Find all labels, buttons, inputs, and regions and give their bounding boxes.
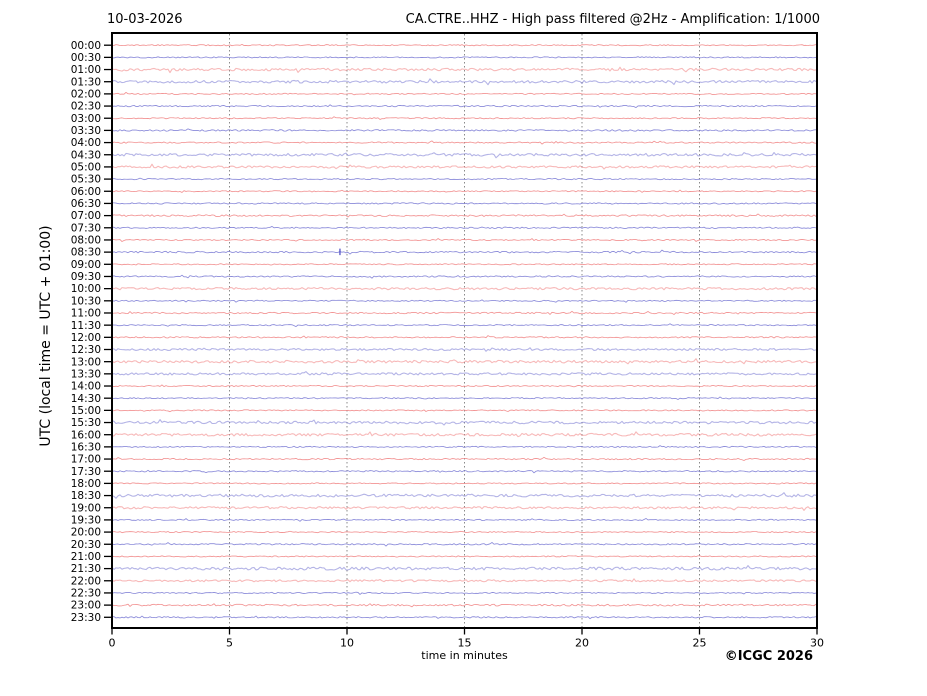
y-tick-label: 13:00 <box>71 356 101 368</box>
y-tick-label: 07:30 <box>71 222 101 234</box>
trace-row-2000[interactable] <box>111 530 817 534</box>
y-tick-label: 02:00 <box>71 88 101 100</box>
trace-row-1200[interactable] <box>111 335 817 339</box>
trace-row-0930[interactable] <box>111 274 817 279</box>
y-tick-label: 16:30 <box>71 441 101 453</box>
y-tick-label: 22:30 <box>71 588 101 600</box>
y-tick-label: 09:30 <box>71 271 101 283</box>
y-tick-label: 10:00 <box>71 283 101 295</box>
y-tick-label: 17:30 <box>71 466 101 478</box>
y-tick-label: 06:30 <box>71 198 101 210</box>
y-tick-label: 21:30 <box>71 563 101 575</box>
x-tick-label: 10 <box>340 637 354 650</box>
y-tick-label: 21:00 <box>71 551 101 563</box>
trace-row-0200[interactable] <box>111 91 817 96</box>
x-tick-label: 25 <box>693 637 707 650</box>
y-tick-label: 20:00 <box>71 527 101 539</box>
y-tick-label: 01:30 <box>71 76 101 88</box>
y-tick-label: 05:30 <box>71 174 101 186</box>
y-tick-label: 22:00 <box>71 575 101 587</box>
trace-row-1730[interactable] <box>111 469 817 474</box>
trace-row-0900[interactable] <box>111 263 817 266</box>
y-tick-label: 18:00 <box>71 478 101 490</box>
trace-row-1530[interactable] <box>111 419 817 426</box>
trace-row-0030[interactable] <box>111 56 817 59</box>
y-tick-label: 15:30 <box>71 417 101 429</box>
y-tick-label: 10:30 <box>71 295 101 307</box>
y-tick-label: 15:00 <box>71 405 101 417</box>
y-tick-label: 23:30 <box>71 612 101 624</box>
y-tick-label: 20:30 <box>71 539 101 551</box>
y-tick-label: 04:00 <box>71 137 101 149</box>
trace-row-0130[interactable] <box>111 78 817 86</box>
trace-row-1000[interactable] <box>111 286 817 291</box>
x-tick-label: 15 <box>458 637 472 650</box>
y-tick-label: 03:00 <box>71 113 101 125</box>
trace-row-0000[interactable] <box>111 43 817 47</box>
x-tick-label: 5 <box>226 637 233 650</box>
y-tick-label: 06:00 <box>71 186 101 198</box>
trace-row-1030[interactable] <box>111 299 817 303</box>
x-tick-label: 30 <box>810 637 824 650</box>
y-tick-label: 03:30 <box>71 125 101 137</box>
y-tick-label: 12:00 <box>71 332 101 344</box>
y-tick-label: 19:30 <box>71 515 101 527</box>
y-tick-label: 19:00 <box>71 502 101 514</box>
trace-row-1700[interactable] <box>111 456 817 461</box>
y-tick-label: 23:00 <box>71 600 101 612</box>
x-tick-label: 20 <box>575 637 589 650</box>
y-tick-label: 11:30 <box>71 320 101 332</box>
y-tick-label: 09:00 <box>71 259 101 271</box>
y-tick-label: 01:00 <box>71 64 101 76</box>
y-tick-label: 13:30 <box>71 368 101 380</box>
y-tick-label: 07:00 <box>71 210 101 222</box>
y-tick-label: 08:00 <box>71 235 101 247</box>
helicorder-plot[interactable]: 00:0000:3001:0001:3002:0002:3003:0003:30… <box>0 0 927 696</box>
seismogram-page: 10-03-2026 CA.CTRE..HHZ - High pass filt… <box>0 0 927 696</box>
y-tick-label: 18:30 <box>71 490 101 502</box>
x-tick-label: 0 <box>109 637 116 650</box>
y-tick-label: 04:30 <box>71 149 101 161</box>
trace-row-2100[interactable] <box>111 555 817 558</box>
y-tick-label: 05:00 <box>71 162 101 174</box>
y-tick-label: 16:00 <box>71 429 101 441</box>
y-tick-label: 14:00 <box>71 381 101 393</box>
copyright-label: ©ICGC 2026 <box>724 649 813 664</box>
trace-row-0100[interactable] <box>111 66 817 74</box>
y-tick-label: 11:00 <box>71 308 101 320</box>
y-tick-label: 12:30 <box>71 344 101 356</box>
y-tick-label: 14:30 <box>71 393 101 405</box>
y-tick-label: 00:30 <box>71 52 101 64</box>
trace-row-0500[interactable] <box>111 163 817 170</box>
y-tick-label: 02:30 <box>71 101 101 113</box>
y-tick-label: 00:00 <box>71 40 101 52</box>
trace-row-1900[interactable] <box>111 506 817 511</box>
y-tick-label: 08:30 <box>71 247 101 259</box>
y-tick-label: 17:00 <box>71 454 101 466</box>
